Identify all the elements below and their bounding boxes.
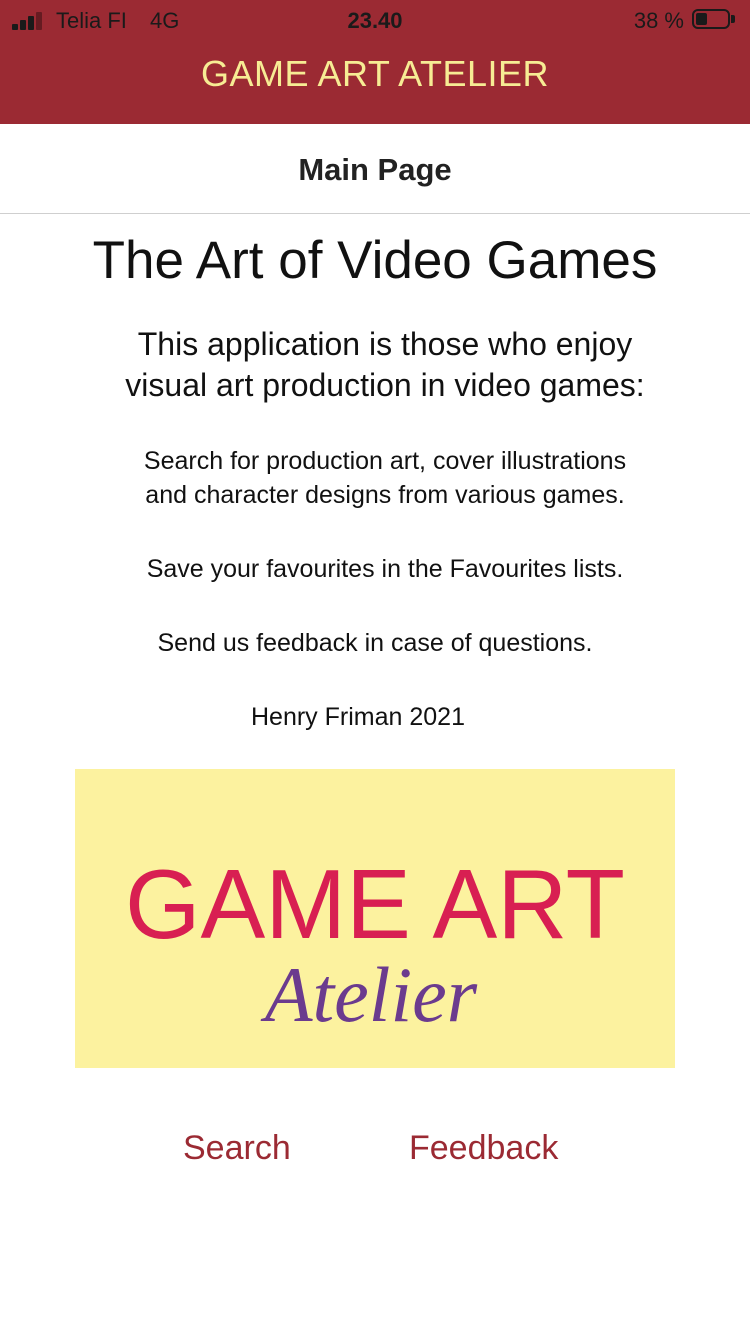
search-description: Search for production art, cover illustr… (60, 444, 710, 512)
page-title: Main Page (298, 152, 452, 187)
intro-text: This application is those who enjoy visu… (60, 324, 710, 406)
search-description-line: and character designs from various games… (145, 481, 625, 509)
feedback-description: Send us feedback in case of questions. (157, 629, 593, 657)
navigation-bar: Main Page (0, 124, 750, 214)
feedback-link[interactable]: Feedback (409, 1126, 558, 1170)
battery-percentage: 38 % (633, 8, 684, 33)
logo-game-art-text: GAME ART (125, 849, 625, 959)
logo-atelier-text: Atelier (260, 951, 478, 1038)
status-bar: Telia FI 4G 23.40 38 % (0, 0, 750, 40)
author-credit: Henry Friman 2021 (251, 703, 465, 731)
game-art-atelier-logo: GAME ART Atelier (75, 769, 675, 1068)
search-description-line: Search for production art, cover illustr… (143, 447, 627, 475)
app-header: Telia FI 4G 23.40 38 % GAME ART ATELIER (0, 0, 750, 124)
search-link[interactable]: Search (183, 1126, 291, 1170)
intro-line: This application is those who enjoy (137, 326, 633, 362)
app-title: GAME ART ATELIER (200, 53, 550, 94)
favourites-description: Save your favourites in the Favourites l… (146, 555, 624, 583)
headline: The Art of Video Games (92, 231, 658, 290)
logo-graphic: GAME ART Atelier (125, 849, 625, 1038)
intro-line: visual art production in video games: (125, 367, 645, 403)
battery-icon (692, 9, 736, 31)
battery-level-fill (696, 13, 707, 25)
